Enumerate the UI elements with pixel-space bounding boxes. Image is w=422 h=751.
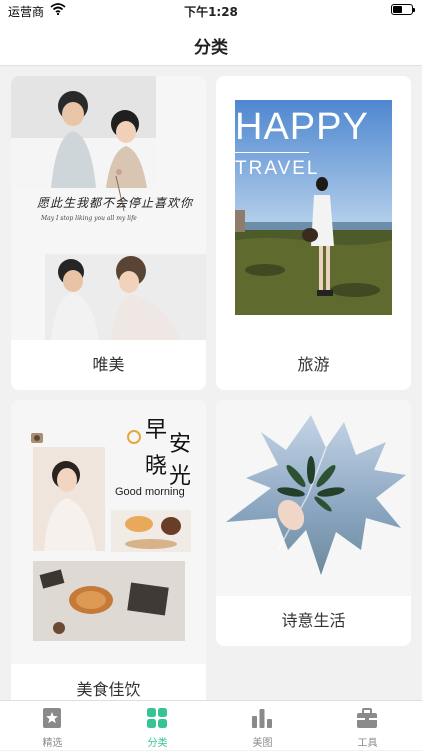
category-image-food-drink: 早 安 晓 光 Good morning [11,400,206,664]
morning-char-3: 晓 [145,454,168,479]
tab-categories[interactable]: 分类 [105,701,210,751]
morning-char-2: 安 [169,432,192,457]
grid-icon [147,708,167,728]
status-bar: 运营商 下午1:28 [0,0,422,22]
tab-label-categories: 分类 [147,738,168,749]
tab-label-featured: 精选 [42,738,63,749]
category-label-aesthetic: 唯美 [92,355,125,374]
tab-label-gallery: 美图 [252,738,273,749]
toolbox-icon [357,708,377,728]
travel-subline: TRAVEL [235,158,320,179]
tab-tools[interactable]: 工具 [315,701,420,751]
category-card-food-drink[interactable]: 早 安 晓 光 Good morning 美食佳饮 [11,400,206,710]
category-image-travel: HAPPY TRAVEL [235,100,392,315]
category-card-poetic-life[interactable]: 诗意生活 [216,400,411,646]
category-card-aesthetic[interactable]: 愿此生我都不会停止喜欢你 May I stop liking you all m… [11,76,206,390]
star-icon [43,708,61,728]
navigation-bar: 分类 [0,22,422,66]
battery-icon [391,4,415,15]
category-label-poetic-life: 诗意生活 [281,611,346,630]
travel-headline: HAPPY [235,106,369,148]
bar-chart-icon [252,709,272,728]
category-image-poetic-life [216,400,411,596]
tab-gallery[interactable]: 美图 [210,701,315,751]
clock: 下午1:28 [184,5,238,19]
travel-divider [235,152,309,153]
category-card-travel[interactable]: HAPPY TRAVEL 旅游 [216,76,411,390]
calligraphy-text: 愿此生我都不会停止喜欢你 [37,196,194,210]
morning-english: Good morning [115,486,185,498]
tab-label-tools: 工具 [357,738,378,749]
category-label-travel: 旅游 [297,355,330,374]
calligraphy-caption: May I stop liking you all my life [41,215,137,222]
morning-char-1: 早 [145,418,168,443]
tab-featured[interactable]: 精选 [0,701,105,751]
category-image-aesthetic: 愿此生我都不会停止喜欢你 May I stop liking you all m… [11,76,206,340]
tab-bar: 精选 分类 美图 工具 [0,700,422,750]
sun-icon [127,430,141,444]
page-title: 分类 [194,38,228,58]
